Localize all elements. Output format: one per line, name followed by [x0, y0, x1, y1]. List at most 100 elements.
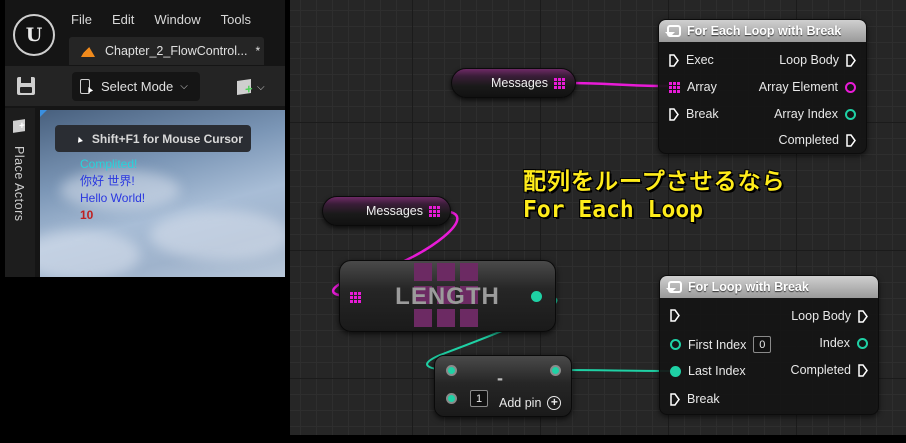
- completed-output-pin[interactable]: Completed: [779, 133, 856, 147]
- save-button[interactable]: [15, 75, 37, 97]
- loop-body-output-pin[interactable]: Loop Body: [779, 53, 856, 67]
- pin-label: Exec: [686, 53, 714, 67]
- mouse-cursor-hint: ▲ Shift+F1 for Mouse Cursor: [55, 125, 251, 152]
- menu-edit[interactable]: Edit: [112, 12, 134, 30]
- for-each-loop-node[interactable]: For Each Loop with Break Exec Array Brea…: [658, 19, 867, 154]
- loop-icon: [666, 281, 682, 293]
- messages-variable-node[interactable]: Messages: [451, 68, 576, 98]
- break-input-pin[interactable]: Break: [670, 392, 720, 406]
- array-index-output-pin[interactable]: Array Index: [774, 107, 856, 121]
- array-pin-icon: [669, 81, 680, 93]
- break-input-pin[interactable]: Break: [669, 107, 719, 121]
- pin-label: First Index: [688, 337, 747, 352]
- print-string-log: Complited! 你好 世界! Hello World! 10: [80, 156, 145, 224]
- log-line: Complited!: [80, 157, 138, 171]
- select-cursor-icon: [80, 78, 94, 95]
- unreal-logo-icon[interactable]: U: [13, 14, 55, 56]
- pin-label: Break: [686, 107, 719, 121]
- exec-pin-icon: [670, 392, 680, 406]
- place-actors-label: Place Actors: [12, 146, 26, 222]
- save-icon: [17, 77, 35, 95]
- add-actor-button[interactable]: ⌵: [237, 76, 277, 98]
- array-pin-icon[interactable]: [554, 77, 565, 89]
- editor-panel: U File Edit Window Tools Chapter_2_FlowC…: [5, 0, 285, 277]
- exec-input-pin[interactable]: [670, 309, 680, 322]
- subtract-value-field[interactable]: 1: [470, 390, 488, 407]
- node-title: For Each Loop with Break: [687, 24, 842, 38]
- exec-input-pin[interactable]: Exec: [669, 53, 714, 67]
- logo-text: U: [25, 24, 43, 46]
- messages-variable-node[interactable]: Messages: [322, 196, 451, 226]
- log-line: 你好 世界!: [80, 174, 135, 188]
- completed-output-pin[interactable]: Completed: [791, 363, 868, 377]
- for-loop-node[interactable]: For Loop with Break First Index 0 Last I…: [659, 275, 879, 415]
- pin-label: Last Index: [688, 364, 746, 378]
- subtract-node[interactable]: - 1 Add pin +: [434, 355, 572, 417]
- chevron-down-icon: ⌵: [257, 81, 265, 93]
- array-pin-icon[interactable]: [429, 205, 440, 217]
- pin-label: Break: [687, 392, 720, 406]
- exec-pin-icon: [846, 53, 856, 67]
- sky-cloud: [150, 210, 285, 260]
- annotation-line-2: For Each Loop: [523, 197, 704, 223]
- first-index-value-field[interactable]: 0: [753, 336, 772, 353]
- exec-pin-icon: [669, 53, 679, 67]
- node-title: LENGTH: [395, 283, 500, 310]
- integer-pin-icon: [857, 337, 868, 349]
- index-output-pin[interactable]: Index: [819, 336, 868, 350]
- array-element-output-pin[interactable]: Array Element: [759, 80, 856, 94]
- unsaved-marker: *: [255, 44, 261, 58]
- variable-label: Messages: [491, 76, 548, 90]
- menu-bar: File Edit Window Tools: [71, 12, 251, 30]
- last-index-input-pin[interactable]: Last Index: [670, 364, 746, 378]
- viewport-corner-marker: [40, 110, 47, 117]
- log-line: Hello World!: [80, 191, 146, 205]
- exec-pin-icon: [858, 309, 868, 323]
- mouse-hint-text: Shift+F1 for Mouse Cursor: [91, 131, 243, 146]
- integer-input-pin-a[interactable]: [446, 365, 457, 376]
- integer-input-pin-b[interactable]: [446, 393, 457, 404]
- select-mode-dropdown[interactable]: Select Mode ⌵: [72, 72, 200, 101]
- array-input-pin[interactable]: Array: [669, 80, 717, 94]
- add-pin-label: Add pin: [499, 396, 542, 410]
- length-node[interactable]: LENGTH: [339, 260, 556, 332]
- main-toolbar: Select Mode ⌵ ⌵: [5, 66, 285, 106]
- place-actors-icon: [13, 119, 25, 133]
- level-viewport[interactable]: ▲ Shift+F1 for Mouse Cursor Complited! 你…: [40, 110, 285, 277]
- pin-label: Completed: [790, 363, 851, 377]
- exec-pin-icon: [670, 309, 680, 322]
- exec-pin-icon: [858, 363, 868, 377]
- log-line: 10: [80, 208, 94, 222]
- place-actors-tab[interactable]: Place Actors: [5, 108, 35, 277]
- plus-icon: +: [547, 396, 562, 410]
- loop-icon: [665, 25, 681, 37]
- level-tab[interactable]: Chapter_2_FlowControl... *: [69, 37, 264, 65]
- pin-label: Loop Body: [779, 53, 839, 67]
- menu-file[interactable]: File: [71, 12, 92, 30]
- pointer-arrow-icon: ▲: [73, 132, 86, 145]
- pin-label: Index: [819, 336, 850, 350]
- add-actor-icon: [237, 79, 251, 95]
- integer-output-pin[interactable]: [550, 365, 561, 376]
- annotation-line-1: 配列をループさせるなら: [523, 169, 786, 195]
- menu-tools[interactable]: Tools: [221, 12, 251, 30]
- array-input-pin[interactable]: [350, 292, 361, 303]
- integer-pin-icon: [670, 339, 681, 350]
- annotation-caption: 配列をループさせるなら For Each Loop: [523, 168, 786, 224]
- loop-body-output-pin[interactable]: Loop Body: [791, 309, 868, 323]
- length-output-pin[interactable]: [531, 291, 542, 302]
- pin-label: Array: [687, 80, 717, 94]
- chevron-down-icon: ⌵: [180, 81, 188, 92]
- operator-label: -: [497, 368, 503, 388]
- pin-label: Completed: [778, 133, 839, 147]
- node-header: For Each Loop with Break: [659, 20, 866, 42]
- add-pin-button[interactable]: Add pin +: [499, 396, 562, 410]
- level-tab-label: Chapter_2_FlowControl...: [105, 44, 248, 58]
- node-header: For Loop with Break: [660, 276, 878, 298]
- integer-pin-icon: [845, 108, 856, 120]
- pin-label: Array Element: [758, 80, 838, 94]
- select-mode-label: Select Mode: [101, 79, 174, 94]
- menu-window[interactable]: Window: [154, 12, 200, 30]
- first-index-input-pin[interactable]: First Index 0: [670, 336, 772, 353]
- exec-pin-icon: [669, 107, 679, 121]
